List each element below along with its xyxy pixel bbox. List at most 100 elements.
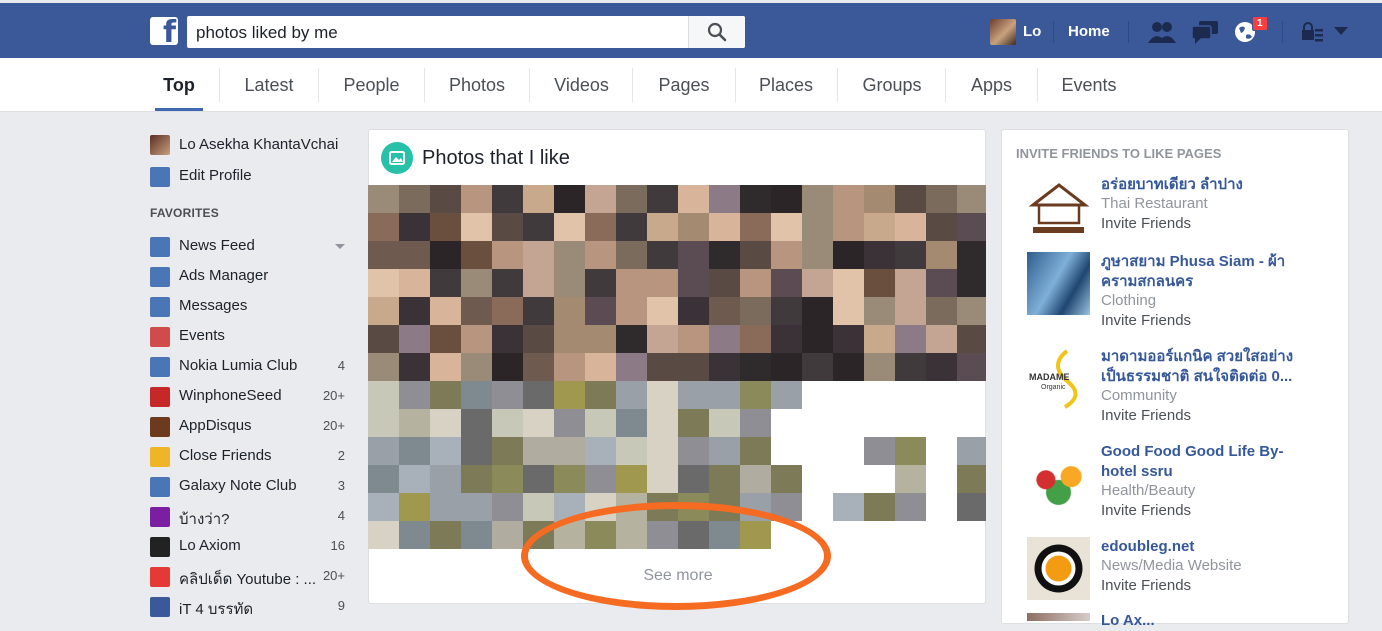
tab-apps[interactable]: Apps [958, 58, 1025, 111]
tab-top[interactable]: Top [155, 58, 203, 111]
blurred-photo-tile [430, 297, 461, 325]
tab-latest[interactable]: Latest [232, 58, 306, 111]
page-name-link[interactable]: Good Food Good Life By-hotel ssru [1101, 442, 1301, 482]
invite-friends-link[interactable]: Invite Friends [1101, 502, 1191, 519]
sidebar-item[interactable]: Close Friends 2 [150, 440, 350, 470]
restaurant-logo-icon[interactable] [1027, 175, 1090, 238]
madame-organic-logo-icon[interactable]: MADAME Organic [1027, 347, 1090, 410]
sidebar-item[interactable]: Events [150, 320, 350, 350]
messages-icon[interactable] [1191, 19, 1219, 45]
search-input[interactable]: photos liked by me [196, 23, 338, 43]
sidebar-profile-link[interactable]: Lo Asekha KhantaVchai [150, 130, 350, 160]
blurred-photo-tile [399, 325, 430, 353]
blurred-photo-tile [802, 213, 833, 241]
page-name-link[interactable]: อร่อยบาทเดียว ลำปาง [1101, 175, 1301, 195]
blurred-photo-tile [833, 493, 864, 521]
friend-requests-icon[interactable] [1148, 19, 1176, 45]
blurred-photo-tile [678, 241, 709, 269]
invite-friends-link[interactable]: Invite Friends [1101, 215, 1191, 232]
facebook-logo-icon[interactable]: f [150, 17, 178, 48]
page-name-link[interactable]: ภูษาสยาม Phusa Siam - ผ้าครามสกลนคร [1101, 252, 1301, 292]
pencil-icon [150, 167, 170, 187]
blurred-photo-tile [802, 297, 833, 325]
tab-places[interactable]: Places [748, 58, 824, 111]
top-navigation-bar: f photos liked by me Lo Home 1 [0, 0, 1382, 58]
liked-photos-blurred-grid[interactable] [368, 185, 986, 550]
invite-friends-link[interactable]: Invite Friends [1101, 312, 1191, 329]
blurred-photo-tile [740, 297, 771, 325]
user-avatar[interactable] [990, 19, 1016, 45]
search-filter-tabs: Top Latest People Photos Videos Pages Pl… [0, 58, 1382, 112]
page-name-link[interactable]: edoubleg.net [1101, 537, 1301, 557]
sidebar-item[interactable]: Nokia Lumia Club 4 [150, 350, 350, 380]
tab-people[interactable]: People [331, 58, 412, 111]
blurred-photo-tile [585, 465, 616, 493]
sidebar-item[interactable]: Messages [150, 290, 350, 320]
sidebar-item[interactable]: AppDisqus 20+ [150, 410, 350, 440]
blurred-photo-tile [647, 269, 678, 297]
blurred-photo-tile [647, 409, 678, 437]
profile-link[interactable]: Lo [1023, 23, 1041, 40]
tab-events[interactable]: Events [1050, 58, 1128, 111]
blurred-photo-tile [430, 521, 461, 549]
search-button[interactable] [688, 16, 745, 48]
invite-friends-link[interactable]: Invite Friends [1101, 407, 1191, 424]
sidebar-item[interactable]: Lo Axiom 16 [150, 530, 350, 560]
page-name-link[interactable]: มาดามออร์แกนิค สวยใสอย่างเป็นธรรมชาติ สน… [1101, 347, 1301, 387]
tab-videos[interactable]: Videos [542, 58, 621, 111]
home-link[interactable]: Home [1068, 23, 1110, 40]
sidebar-item-label: Nokia Lumia Club [179, 357, 298, 374]
blurred-photo-tile [399, 465, 430, 493]
blurred-photo-tile [585, 325, 616, 353]
page-avatar[interactable] [1027, 442, 1090, 505]
page-category: News/Media Website [1101, 557, 1242, 574]
sidebar-item[interactable]: News Feed [150, 230, 350, 260]
sidebar-item[interactable]: บ้างว่า? 4 [150, 500, 350, 530]
page-avatar[interactable] [1027, 613, 1090, 621]
group-icon [150, 357, 170, 377]
blurred-photo-tile [895, 269, 926, 297]
chevron-down-icon[interactable] [335, 244, 345, 249]
blurred-photo-tile [771, 353, 802, 381]
blurred-photo-tile [430, 269, 461, 297]
blurred-photo-tile [926, 213, 957, 241]
search-bar[interactable]: photos liked by me [187, 16, 745, 48]
blurred-photo-tile [864, 269, 895, 297]
blurred-photo-tile [492, 493, 523, 521]
blurred-photo-tile [554, 409, 585, 437]
sidebar-item[interactable]: iT 4 บรรทัด 9 [150, 590, 350, 620]
blurred-photo-tile [616, 269, 647, 297]
invite-friends-link[interactable]: Invite Friends [1101, 577, 1191, 594]
sidebar-item-count: 4 [337, 508, 345, 523]
blurred-photo-tile [492, 185, 523, 213]
page-name-link[interactable]: Lo Ax... [1101, 611, 1301, 631]
blurred-photo-tile [833, 353, 864, 381]
sidebar-item-count: 20+ [322, 568, 345, 583]
blurred-photo-tile [492, 409, 523, 437]
blurred-photo-tile [740, 409, 771, 437]
group-icon [150, 477, 170, 497]
sidebar-item[interactable]: Galaxy Note Club 3 [150, 470, 350, 500]
account-menu-chevron-down-icon[interactable] [1334, 27, 1348, 37]
photo-module-icon [381, 142, 413, 174]
tab-photos[interactable]: Photos [437, 58, 517, 111]
blurred-photo-tile [616, 353, 647, 381]
sidebar-item[interactable]: Ads Manager [150, 260, 350, 290]
page-category: Community [1101, 387, 1177, 404]
sidebar-edit-profile[interactable]: Edit Profile [150, 160, 350, 190]
blurred-photo-tile [461, 269, 492, 297]
sidebar-item[interactable]: WinphoneSeed 20+ [150, 380, 350, 410]
page-avatar[interactable] [1027, 252, 1090, 315]
tab-pages[interactable]: Pages [645, 58, 723, 111]
blurred-photo-tile [895, 437, 926, 465]
blurred-photo-tile [740, 465, 771, 493]
blurred-photo-tile [523, 213, 554, 241]
edoubleg-logo-icon[interactable] [1027, 537, 1090, 600]
blurred-photo-tile [616, 297, 647, 325]
privacy-lock-icon[interactable] [1300, 19, 1324, 45]
sidebar-item[interactable]: คลิปเด็ด Youtube : ... 20+ [150, 560, 350, 590]
profile-avatar [150, 135, 170, 155]
tab-groups[interactable]: Groups [850, 58, 934, 111]
blurred-photo-tile [461, 521, 492, 549]
page-category: Health/Beauty [1101, 482, 1196, 499]
